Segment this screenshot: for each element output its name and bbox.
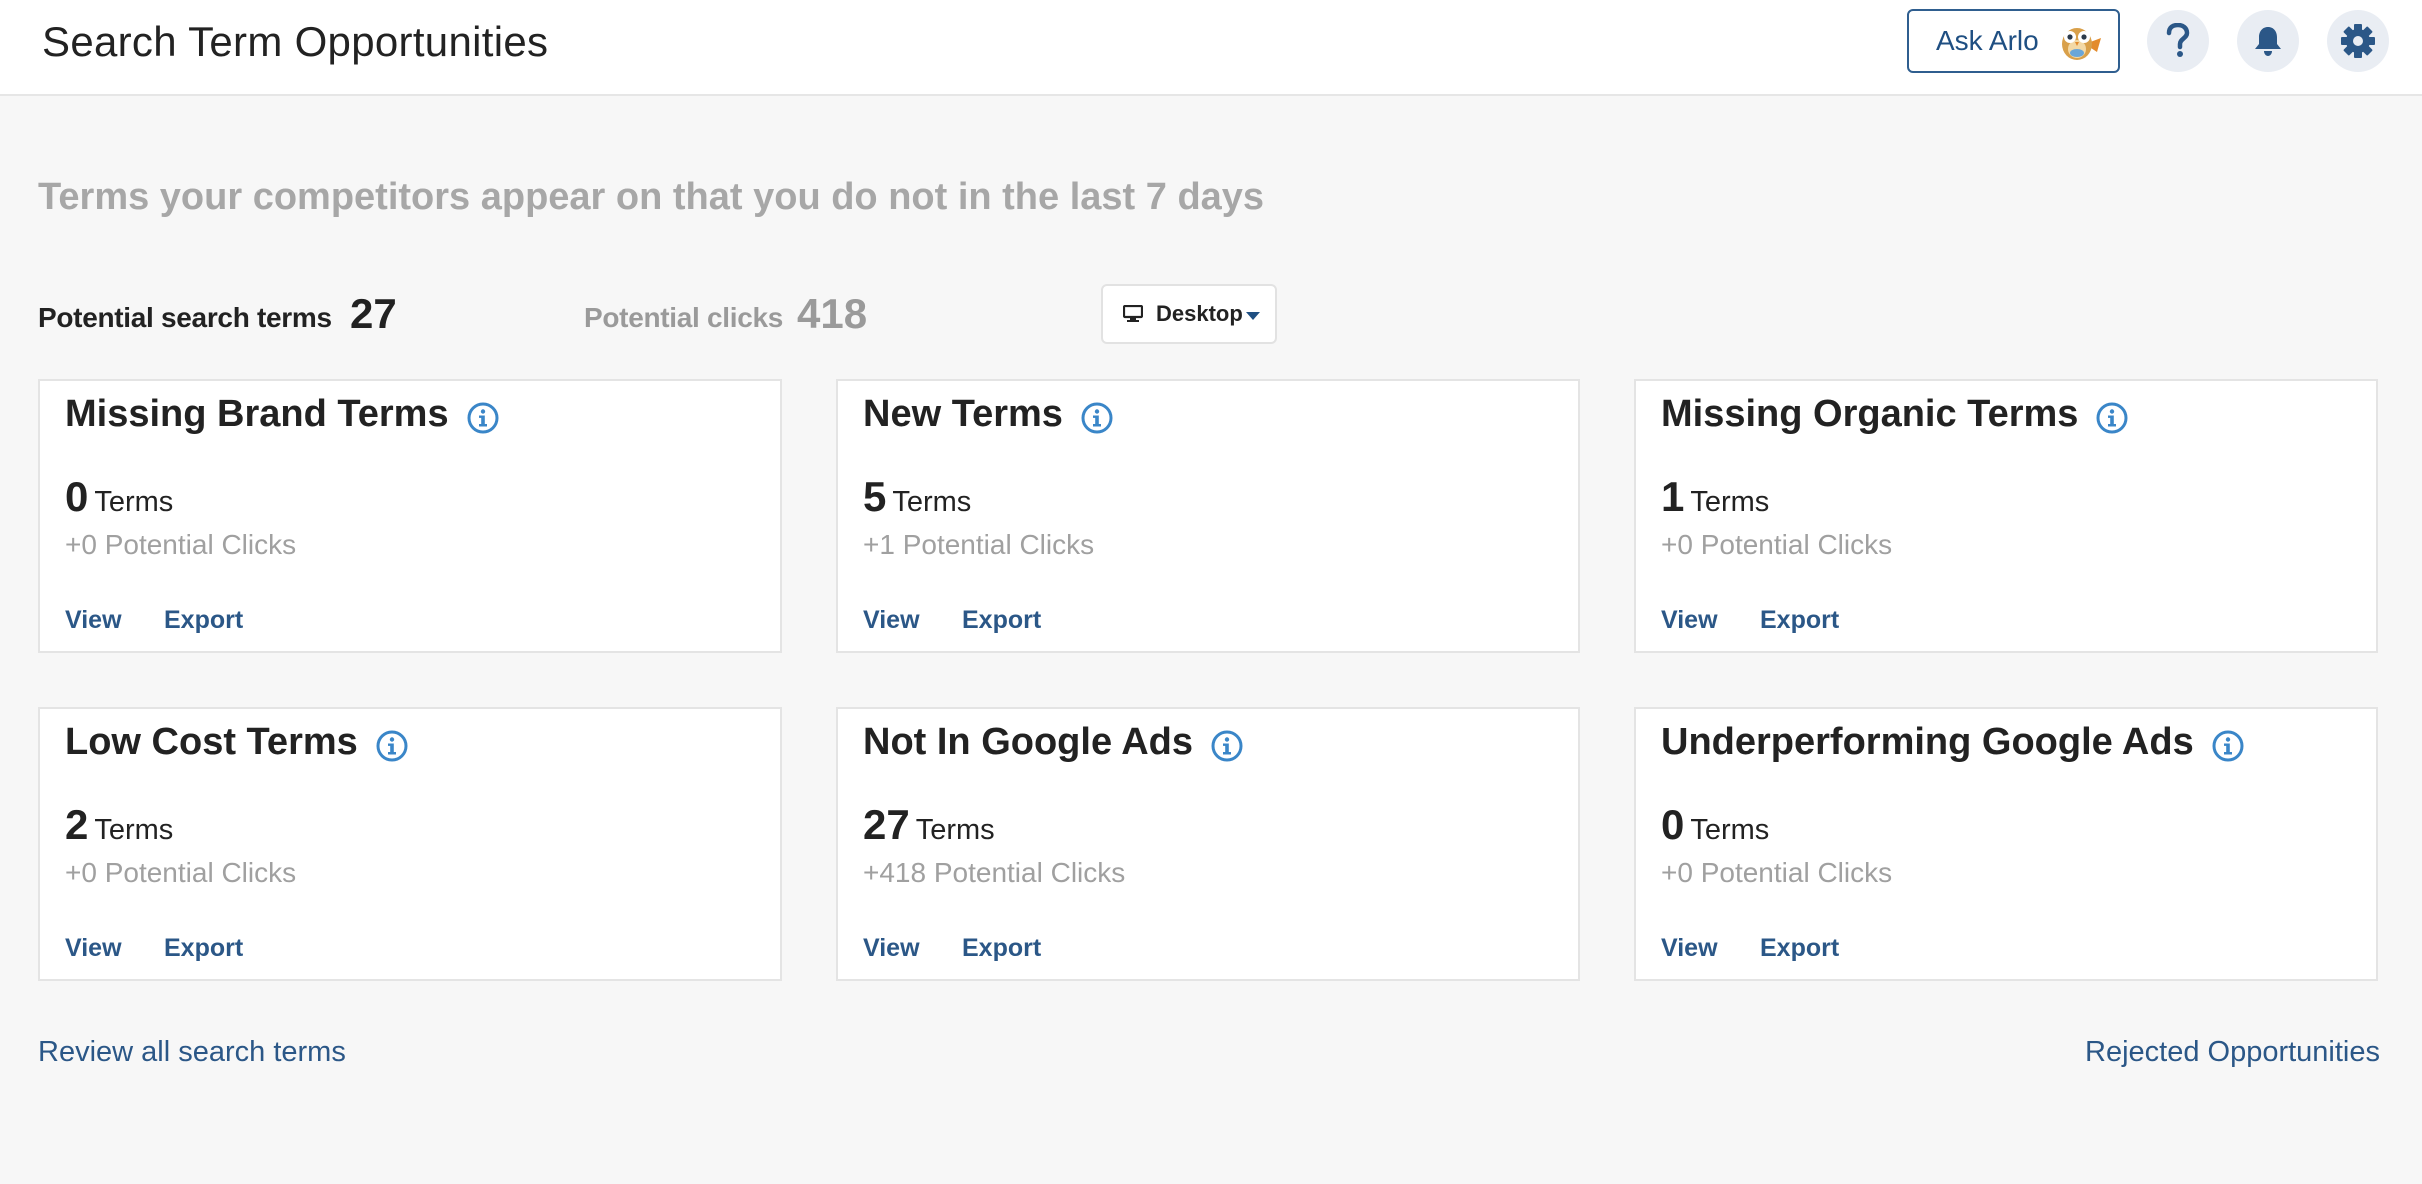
monitor-icon [1123, 305, 1143, 322]
rejected-opportunities-link[interactable]: Rejected Opportunities [2085, 1036, 2380, 1069]
card-title: Not In Google Ads [863, 721, 1194, 763]
term-unit: Terms [1690, 814, 1770, 846]
top-bar: Search Term Opportunities Ask Arlo [0, 0, 2422, 96]
term-unit: Terms [94, 814, 174, 846]
page-title: Search Term Opportunities [42, 18, 549, 65]
card-low-cost-terms: Low Cost Terms 2 Terms +0 Potential Click… [38, 707, 782, 981]
ask-arlo-button[interactable]: Ask Arlo [1907, 9, 2120, 73]
view-link[interactable]: View [65, 934, 122, 963]
export-link[interactable]: Export [1760, 606, 1839, 635]
ask-arlo-label: Ask Arlo [1936, 25, 2039, 56]
potential-clicks: +0 Potential Clicks [1661, 857, 1893, 888]
view-link[interactable]: View [1661, 934, 1718, 963]
owl-mascot-icon [2062, 28, 2101, 60]
term-count: 1 [1661, 473, 1685, 520]
card-title: Underperforming Google Ads [1661, 721, 2194, 763]
potential-clicks: +0 Potential Clicks [65, 857, 297, 888]
potential-clicks: +0 Potential Clicks [1661, 529, 1893, 560]
chevron-down-icon [1246, 312, 1260, 320]
notifications-button[interactable] [2237, 10, 2299, 72]
export-link[interactable]: Export [962, 606, 1041, 635]
view-link[interactable]: View [65, 606, 122, 635]
term-unit: Terms [1690, 486, 1770, 518]
potential-clicks: +0 Potential Clicks [65, 529, 297, 560]
card-missing-brand-terms: Missing Brand Terms 0 Terms +0 Potential … [38, 379, 782, 653]
device-dropdown-label: Desktop [1156, 301, 1243, 326]
help-button[interactable] [2147, 10, 2209, 72]
card-underperforming-google-ads: Underperforming Google Ads 0 Terms +0 Pot… [1634, 707, 2378, 981]
gear-icon [2341, 24, 2375, 58]
term-count: 5 [863, 473, 887, 520]
device-dropdown[interactable]: Desktop [1101, 284, 1277, 344]
info-icon[interactable] [467, 402, 499, 434]
card-not-in-google-ads: Not In Google Ads 27 Terms +418 Potential… [836, 707, 1580, 981]
card-title: New Terms [863, 393, 1063, 435]
view-link[interactable]: View [863, 934, 920, 963]
bell-icon [2255, 27, 2281, 56]
view-link[interactable]: View [863, 606, 920, 635]
potential-clicks: +418 Potential Clicks [863, 857, 1126, 888]
term-count: 0 [65, 473, 89, 520]
card-new-terms: New Terms 5 Terms +1 Potential Clicks Vie… [836, 379, 1580, 653]
term-unit: Terms [915, 814, 995, 846]
export-link[interactable]: Export [164, 606, 243, 635]
info-icon[interactable] [2096, 402, 2128, 434]
term-count: 2 [65, 801, 89, 848]
info-icon[interactable] [1211, 730, 1243, 762]
term-unit: Terms [892, 486, 972, 518]
potential-search-terms-label: Potential search terms [38, 302, 332, 333]
view-link[interactable]: View [1661, 606, 1718, 635]
term-unit: Terms [94, 486, 174, 518]
export-link[interactable]: Export [1760, 934, 1839, 963]
potential-search-terms-value: 27 [350, 290, 397, 337]
info-icon[interactable] [2212, 730, 2244, 762]
potential-clicks: +1 Potential Clicks [863, 529, 1095, 560]
potential-clicks-label: Potential clicks [584, 302, 784, 333]
export-link[interactable]: Export [962, 934, 1041, 963]
review-all-search-terms-link[interactable]: Review all search terms [38, 1036, 346, 1069]
card-title: Low Cost Terms [65, 721, 358, 763]
help-icon [2166, 23, 2190, 57]
page-subtitle: Terms your competitors appear on that yo… [38, 176, 1265, 218]
card-title: Missing Organic Terms [1661, 393, 2079, 435]
settings-button[interactable] [2327, 10, 2389, 72]
term-count: 27 [863, 801, 910, 848]
potential-clicks-value: 418 [797, 290, 868, 337]
info-icon[interactable] [1081, 402, 1113, 434]
card-title: Missing Brand Terms [65, 393, 449, 435]
card-missing-organic-terms: Missing Organic Terms 1 Terms +0 Potentia… [1634, 379, 2378, 653]
info-icon[interactable] [376, 730, 408, 762]
term-count: 0 [1661, 801, 1685, 848]
export-link[interactable]: Export [164, 934, 243, 963]
